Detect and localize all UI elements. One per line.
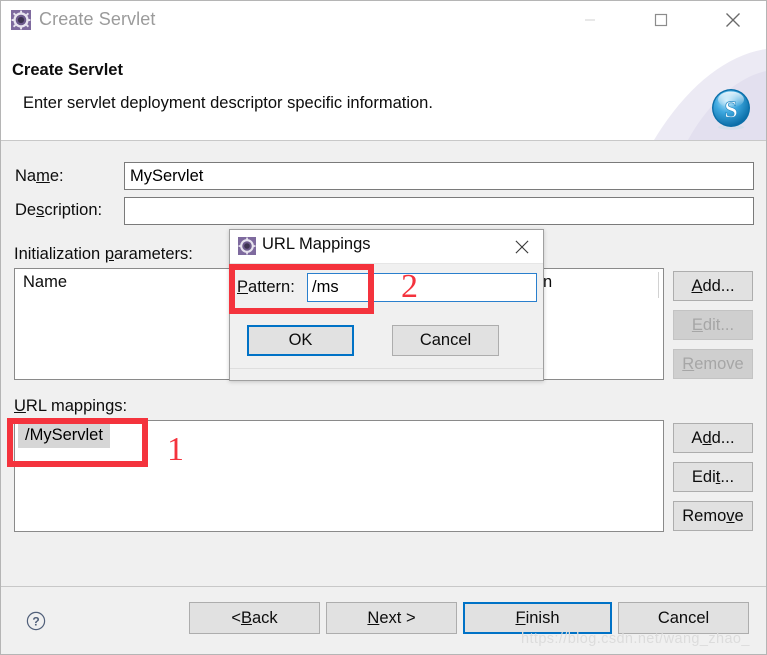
next-button[interactable]: Next > [326,602,457,634]
url-mappings-remove-button[interactable]: Remo v e [673,501,753,531]
init-params-add-button[interactable]: Add... [673,271,753,301]
dialog-title: URL Mappings [262,235,371,253]
description-input[interactable] [124,197,754,225]
gear-icon [11,10,31,30]
dialog-footer-strip [230,368,543,380]
cancel-button[interactable]: Cancel [618,602,749,634]
description-label: Description: [15,201,103,219]
gear-icon [238,237,256,255]
init-params-edit-button: Edit... [673,310,753,340]
column-header-description: n [543,273,553,291]
pattern-label: Pattern: [237,278,295,296]
wizard-header: Create Servlet Enter servlet deployment … [1,41,766,141]
dialog-titlebar: URL Mappings [230,230,543,263]
minimize-button[interactable] [567,1,613,39]
dialog-cancel-button[interactable]: Cancel [392,325,499,356]
name-input[interactable]: MyServlet [124,162,754,190]
back-button[interactable]: < Back [189,602,320,634]
window-titlebar: Create Servlet [1,1,766,41]
pattern-input[interactable]: /ms [307,273,537,302]
question-mark-icon[interactable]: ? [26,611,46,631]
close-icon[interactable] [501,230,543,263]
column-header-name: Name [23,273,68,291]
url-mappings-dialog: URL Mappings Pattern: /ms OK Cancel [229,229,544,381]
window-title: Create Servlet [39,9,156,29]
pattern-input-value: /ms [312,278,339,296]
name-label: Name: [15,167,64,185]
create-servlet-window: Create Servlet Create Servlet Enter serv… [0,0,767,655]
close-icon[interactable] [710,1,756,39]
finish-button[interactable]: Finish [463,602,612,634]
svg-text:?: ? [32,615,39,629]
url-mappings-add-button[interactable]: Ad d... [673,423,753,453]
url-mappings-label: URL mappings: [14,397,128,415]
url-mappings-edit-button[interactable]: Edi t... [673,462,753,492]
url-mappings-list[interactable]: /MyServlet [14,420,664,532]
svg-text:S: S [724,98,737,124]
page-title: Create Servlet [12,61,123,79]
list-item[interactable]: /MyServlet [18,424,110,448]
column-divider [658,272,659,298]
page-description: Enter servlet deployment descriptor spec… [23,94,433,112]
init-params-remove-button: Remove [673,349,753,379]
dialog-separator [230,263,543,264]
servlet-s-logo-icon: S [710,88,752,130]
init-parameters-label: Initialization parameters: [14,245,193,263]
maximize-button[interactable] [638,1,684,39]
name-input-value: MyServlet [130,166,204,185]
dialog-ok-button[interactable]: OK [247,325,354,356]
